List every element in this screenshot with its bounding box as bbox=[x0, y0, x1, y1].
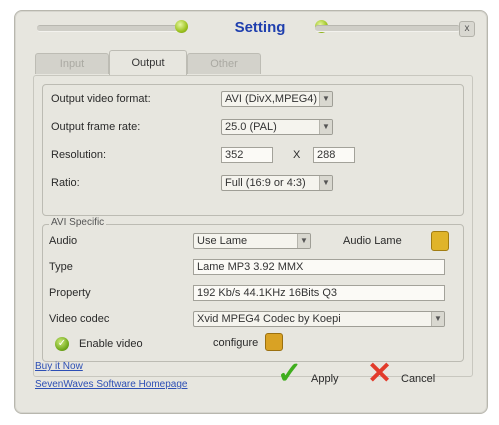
chevron-down-icon: ▼ bbox=[319, 92, 332, 106]
avi-specific-group: AVI Specific Audio Use Lame ▼ Audio Lame… bbox=[42, 217, 464, 362]
title-rail-right bbox=[315, 25, 460, 32]
close-icon[interactable]: x bbox=[459, 21, 475, 37]
buy-now-link[interactable]: Buy it Now bbox=[35, 361, 83, 372]
ratio-label: Ratio: bbox=[51, 177, 80, 189]
video-codec-label: Video codec bbox=[49, 313, 110, 325]
resolution-separator: X bbox=[293, 149, 301, 161]
apply-button[interactable]: Apply bbox=[311, 373, 339, 385]
apply-check-icon[interactable]: ✓ bbox=[277, 359, 302, 389]
green-check-icon[interactable]: ✓ bbox=[55, 337, 69, 351]
resolution-label: Resolution: bbox=[51, 149, 107, 161]
audio-value: Use Lame bbox=[197, 235, 248, 247]
chevron-down-icon: ▼ bbox=[431, 312, 444, 326]
video-format-value: AVI (DivX,MPEG4) bbox=[225, 93, 318, 105]
resolution-height-input[interactable]: 288 bbox=[313, 147, 355, 163]
property-field[interactable]: 192 Kb/s 44.1KHz 16Bits Q3 bbox=[193, 285, 445, 301]
ratio-select[interactable]: Full (16:9 or 4:3) ▼ bbox=[221, 175, 333, 191]
video-codec-value: Xvid MPEG4 Codec by Koepi bbox=[197, 313, 341, 325]
type-field[interactable]: Lame MP3 3.92 MMX bbox=[193, 259, 445, 275]
output-panel: Output video format: AVI (DivX,MPEG4) ▼ … bbox=[33, 75, 473, 377]
chevron-down-icon: ▼ bbox=[297, 234, 310, 248]
settings-window: Setting x Input Output Other Output vide… bbox=[14, 10, 488, 414]
title-rail-left bbox=[37, 25, 187, 32]
enable-video-label[interactable]: Enable video bbox=[79, 338, 143, 350]
audio-select[interactable]: Use Lame ▼ bbox=[193, 233, 311, 249]
avi-specific-legend: AVI Specific bbox=[49, 217, 107, 228]
window-title: Setting bbox=[234, 19, 286, 36]
configure-label[interactable]: configure bbox=[213, 337, 258, 349]
output-settings-group: Output video format: AVI (DivX,MPEG4) ▼ … bbox=[42, 84, 464, 216]
frame-rate-label: Output frame rate: bbox=[51, 121, 141, 133]
video-format-select[interactable]: AVI (DivX,MPEG4) ▼ bbox=[221, 91, 333, 107]
tab-other[interactable]: Other bbox=[187, 53, 261, 74]
homepage-link[interactable]: SevenWaves Software Homepage bbox=[35, 379, 188, 390]
frame-rate-value: 25.0 (PAL) bbox=[225, 121, 277, 133]
frame-rate-select[interactable]: 25.0 (PAL) ▼ bbox=[221, 119, 333, 135]
resolution-width-input[interactable]: 352 bbox=[221, 147, 273, 163]
green-knob-icon bbox=[175, 20, 188, 33]
folder-icon[interactable] bbox=[265, 333, 283, 351]
title-bar: Setting x bbox=[15, 11, 487, 45]
cancel-button[interactable]: Cancel bbox=[401, 373, 435, 385]
type-label: Type bbox=[49, 261, 73, 273]
tab-input[interactable]: Input bbox=[35, 53, 109, 74]
chevron-down-icon: ▼ bbox=[319, 176, 332, 190]
cancel-x-icon[interactable]: ✕ bbox=[367, 359, 392, 389]
tab-output[interactable]: Output bbox=[109, 50, 187, 75]
chevron-down-icon: ▼ bbox=[319, 120, 332, 134]
property-label: Property bbox=[49, 287, 91, 299]
audio-label: Audio bbox=[49, 235, 78, 247]
video-codec-select[interactable]: Xvid MPEG4 Codec by Koepi ▼ bbox=[193, 311, 445, 327]
folder-icon[interactable] bbox=[431, 231, 449, 251]
ratio-value: Full (16:9 or 4:3) bbox=[225, 177, 306, 189]
audio-lame-label: Audio Lame bbox=[343, 235, 402, 247]
video-format-label: Output video format: bbox=[51, 93, 151, 105]
